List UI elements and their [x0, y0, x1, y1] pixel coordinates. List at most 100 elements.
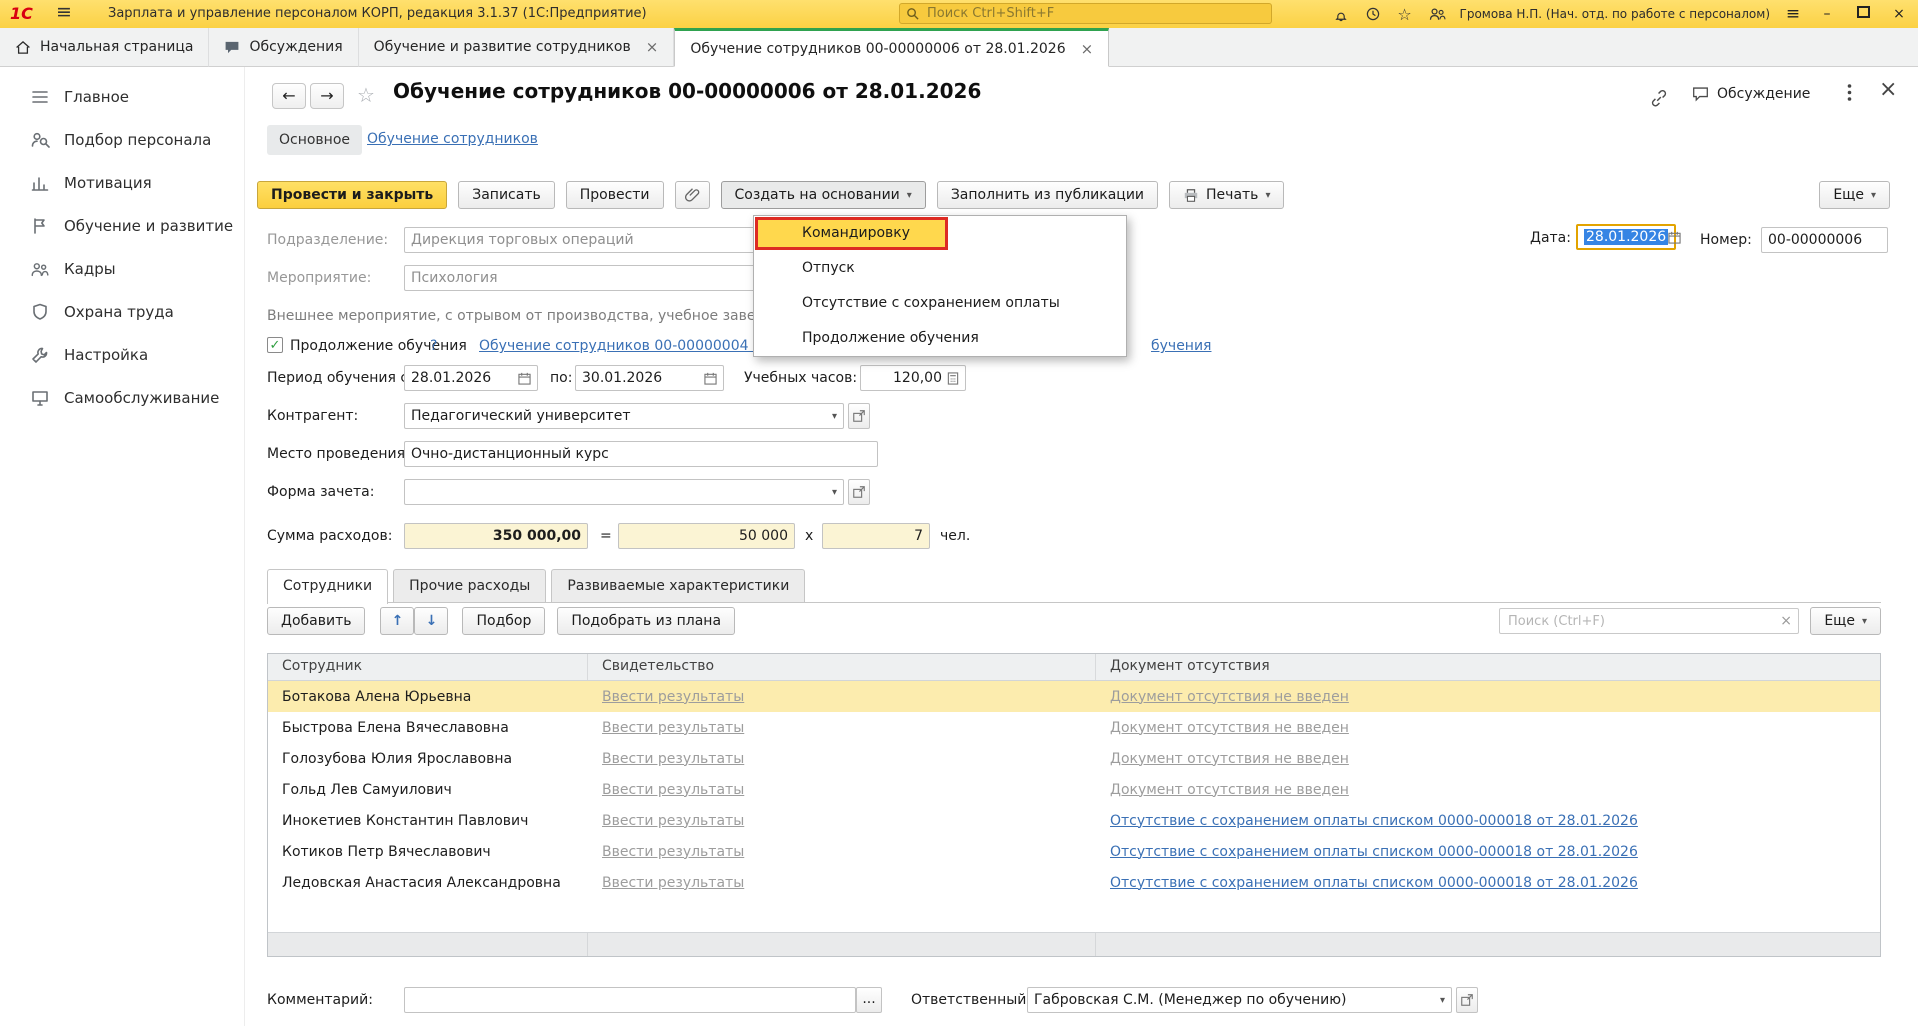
tab-training-list[interactable]: Обучение и развитие сотрудников × [358, 28, 675, 67]
price-field[interactable]: 50 000 [618, 523, 795, 549]
post-button[interactable]: Провести [565, 181, 664, 209]
menu-item-paid-absence[interactable]: Отсутствие с сохранением оплаты [754, 286, 1126, 321]
table-search[interactable]: × [1499, 608, 1799, 634]
certificate-link[interactable]: Ввести результаты [602, 844, 744, 860]
fill-from-publication-button[interactable]: Заполнить из публикации [936, 181, 1159, 209]
close-document-icon[interactable]: × [1879, 77, 1897, 102]
table-more-button[interactable]: Еще ▾ [1810, 607, 1881, 635]
history-icon[interactable] [1364, 5, 1382, 23]
hamburger-icon[interactable]: ≡ [1784, 4, 1802, 24]
partial-training-link[interactable]: бучения [1151, 333, 1211, 359]
certificate-link[interactable]: Ввести результаты [602, 720, 744, 736]
tab-training-doc[interactable]: Обучение сотрудников 00-00000006 от 28.0… [674, 28, 1110, 67]
table-row[interactable]: Инокетиев Константин Павлович Ввести рез… [268, 805, 1880, 836]
nav-link-trained-employees[interactable]: Обучение сотрудников [367, 131, 538, 147]
menu-item-business-trip[interactable]: Командировку [754, 216, 1126, 251]
discussion-button[interactable]: Обсуждение [1692, 86, 1810, 102]
sidebar-item-safety[interactable]: Охрана труда [0, 290, 244, 333]
certificate-link[interactable]: Ввести результаты [602, 689, 744, 705]
column-absence[interactable]: Документ отсутствия [1096, 654, 1880, 680]
global-search[interactable] [899, 3, 1272, 24]
main-menu-icon[interactable]: ≡ [56, 1, 72, 23]
continuation-checkbox[interactable]: ✓ [267, 337, 283, 353]
period-to-field[interactable]: 30.01.2026 [575, 365, 724, 391]
minimize-button[interactable]: – [1816, 6, 1838, 22]
absence-link[interactable]: Отсутствие с сохранением оплаты списком … [1110, 813, 1638, 829]
open-contractor-button[interactable] [848, 403, 870, 429]
move-down-button[interactable]: ↓ [414, 607, 449, 635]
add-row-button[interactable]: Добавить [267, 607, 366, 635]
sidebar-item-settings[interactable]: Настройка [0, 333, 244, 376]
certificate-link[interactable]: Ввести результаты [602, 813, 744, 829]
table-row[interactable]: Голозубова Юлия Ярославовна Ввести резул… [268, 743, 1880, 774]
attachments-button[interactable] [674, 181, 710, 209]
sum-total-field[interactable]: 350 000,00 [404, 523, 588, 549]
column-employee[interactable]: Сотрудник [268, 654, 588, 680]
create-based-on-button[interactable]: Создать на основании ▾ [720, 181, 926, 209]
venue-field[interactable]: Очно-дистанционный курс [404, 441, 878, 467]
combo-chevron-icon[interactable]: ▾ [832, 411, 837, 422]
sidebar-item-motivation[interactable]: Мотивация [0, 161, 244, 204]
sidebar-item-main[interactable]: Главное [0, 75, 244, 118]
table-search-input[interactable] [1506, 612, 1777, 630]
pick-from-plan-button[interactable]: Подобрать из плана [557, 607, 736, 635]
calendar-icon[interactable] [704, 372, 717, 385]
sidebar-item-selfservice[interactable]: Самообслуживание [0, 376, 244, 419]
tab-other-expenses[interactable]: Прочие расходы [393, 569, 547, 603]
forward-button[interactable]: → [310, 83, 344, 109]
move-up-button[interactable]: ↑ [380, 607, 415, 635]
comment-field[interactable] [404, 987, 856, 1013]
post-and-close-button[interactable]: Провести и закрыть [257, 181, 448, 209]
calculator-icon[interactable] [947, 371, 959, 385]
back-button[interactable]: ← [272, 83, 306, 109]
base-training-document-link[interactable]: Обучение сотрудников 00-00000004 о [479, 333, 762, 359]
favorites-icon[interactable]: ☆ [1396, 5, 1414, 24]
sidebar-item-hr[interactable]: Кадры [0, 247, 244, 290]
close-tab-icon[interactable]: × [646, 38, 659, 56]
table-row[interactable]: Гольд Лев Самуилович Ввести результаты Д… [268, 774, 1880, 805]
menu-item-vacation[interactable]: Отпуск [754, 251, 1126, 286]
menu-item-training-continuation[interactable]: Продолжение обучения [754, 321, 1126, 356]
number-field[interactable]: 00-00000006 [1761, 227, 1888, 253]
people-count-field[interactable]: 7 [822, 523, 930, 549]
table-row[interactable]: Ботакова Алена Юрьевна Ввести результаты… [268, 681, 1880, 712]
open-credit-form-button[interactable] [848, 479, 870, 505]
tab-developed-characteristics[interactable]: Развиваемые характеристики [551, 569, 806, 603]
responsible-field[interactable]: Габровская С.М. (Менеджер по обучению) ▾ [1027, 987, 1452, 1013]
search-input[interactable] [925, 5, 1265, 22]
calendar-icon[interactable] [1668, 231, 1681, 244]
certificate-link[interactable]: Ввести результаты [602, 751, 744, 767]
table-row[interactable]: Котиков Петр Вячеславович Ввести результ… [268, 836, 1880, 867]
certificate-link[interactable]: Ввести результаты [602, 875, 744, 891]
sidebar-item-recruiting[interactable]: Подбор персонала [0, 118, 244, 161]
calendar-icon[interactable] [518, 372, 531, 385]
tab-employees[interactable]: Сотрудники [267, 569, 389, 604]
hours-field[interactable]: 120,00 [860, 365, 966, 391]
nav-tab-main[interactable]: Основное [267, 125, 363, 155]
combo-chevron-icon[interactable]: ▾ [832, 487, 837, 498]
pick-button[interactable]: Подбор [462, 607, 546, 635]
table-row[interactable]: Ледовская Анастасия Александровна Ввести… [268, 867, 1880, 898]
absence-link[interactable]: Документ отсутствия не введен [1110, 689, 1349, 705]
clear-search-icon[interactable]: × [1780, 613, 1792, 629]
users-icon[interactable] [1428, 5, 1446, 23]
period-from-field[interactable]: 28.01.2026 [404, 365, 538, 391]
absence-link[interactable]: Отсутствие с сохранением оплаты списком … [1110, 844, 1638, 860]
save-button[interactable]: Записать [458, 181, 555, 209]
maximize-button[interactable] [1852, 6, 1874, 22]
combo-chevron-icon[interactable]: ▾ [1440, 995, 1445, 1006]
contractor-field[interactable]: Педагогический университет ▾ [404, 403, 844, 429]
current-user[interactable]: Громова Н.П. (Нач. отд. по работе с перс… [1460, 7, 1770, 21]
more-actions-icon[interactable] [1847, 83, 1852, 102]
certificate-link[interactable]: Ввести результаты [602, 782, 744, 798]
notifications-icon[interactable] [1332, 5, 1350, 23]
favorite-star-icon[interactable]: ☆ [357, 83, 375, 107]
tab-discussions[interactable]: Обсуждения [209, 28, 359, 67]
open-responsible-button[interactable] [1456, 987, 1478, 1013]
absence-link[interactable]: Документ отсутствия не введен [1110, 720, 1349, 736]
absence-link[interactable]: Отсутствие с сохранением оплаты списком … [1110, 875, 1638, 891]
absence-link[interactable]: Документ отсутствия не введен [1110, 751, 1349, 767]
absence-link[interactable]: Документ отсутствия не введен [1110, 782, 1349, 798]
close-window-button[interactable]: × [1888, 6, 1910, 22]
table-row[interactable]: Быстрова Елена Вячеславовна Ввести резул… [268, 712, 1880, 743]
